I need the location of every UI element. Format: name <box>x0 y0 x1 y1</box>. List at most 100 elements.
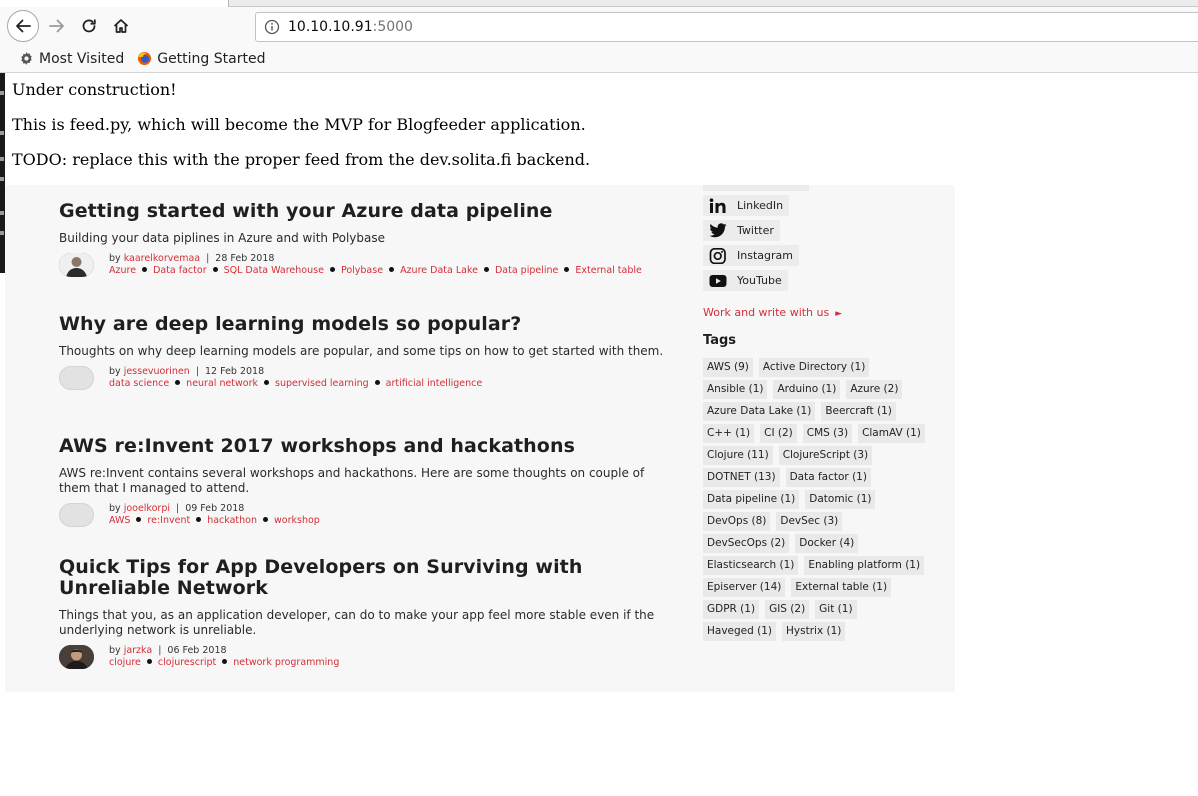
post-description: Things that you, as an application devel… <box>59 608 655 637</box>
tag-chip[interactable]: Data pipeline (1) <box>703 490 800 509</box>
post-tag[interactable]: neural network <box>186 378 258 389</box>
tag-chip[interactable]: External table (1) <box>791 578 892 597</box>
tag-chip[interactable]: Episerver (14) <box>703 578 786 597</box>
author-link[interactable]: jooelkorpi <box>124 503 170 514</box>
construction-notice: Under construction! <box>12 80 177 99</box>
post-description: Thoughts on why deep learning models are… <box>59 344 664 358</box>
bookmark-getting-started[interactable]: Getting Started <box>132 47 269 71</box>
tag-chip[interactable]: Hystrix (1) <box>782 622 846 641</box>
social-link-twitter[interactable]: Twitter <box>703 220 780 241</box>
by-label: by <box>109 366 121 377</box>
tag-chip[interactable]: Git (1) <box>815 600 857 619</box>
back-button[interactable] <box>7 10 39 42</box>
tag-chip[interactable]: Azure (2) <box>846 380 903 399</box>
bookmark-most-visited[interactable]: Most Visited <box>14 47 128 71</box>
post-tags: AWS re:Invent hackathon workshop <box>109 515 669 526</box>
reload-button[interactable] <box>73 10 105 42</box>
tag-chip[interactable]: CMS (3) <box>802 424 853 443</box>
tag-chip[interactable]: GDPR (1) <box>703 600 760 619</box>
post-tag[interactable]: Polybase <box>341 265 383 276</box>
tags-heading: Tags <box>703 333 737 348</box>
url-port: :5000 <box>372 19 413 35</box>
post-tag[interactable]: Data pipeline <box>495 265 558 276</box>
post-tag[interactable]: AWS <box>109 515 130 526</box>
post-tag[interactable]: Data factor <box>153 265 207 276</box>
tag-chip[interactable]: Arduino (1) <box>773 380 841 399</box>
post-title[interactable]: Quick Tips for App Developers on Survivi… <box>59 557 669 599</box>
social-link-instagram[interactable]: Instagram <box>703 245 799 266</box>
tag-chip[interactable]: Elasticsearch (1) <box>703 556 799 575</box>
post-meta: by jessevuorinen | 12 Feb 2018 data scienc… <box>59 366 669 392</box>
tag-chip[interactable]: Active Directory (1) <box>758 358 870 377</box>
tag-chip[interactable]: DOTNET (13) <box>703 468 780 487</box>
tag-chip[interactable]: Data factor (1) <box>785 468 871 487</box>
post-tags: data science neural network supervised lea… <box>109 378 669 389</box>
author-avatar <box>59 503 94 527</box>
post-date: 09 Feb 2018 <box>185 503 245 514</box>
post-description: Building your data piplines in Azure and… <box>59 231 386 245</box>
post-tag[interactable]: supervised learning <box>275 378 369 389</box>
tag-chip[interactable]: GIS (2) <box>765 600 810 619</box>
tag-chip[interactable]: AWS (9) <box>703 358 753 377</box>
tag-chip[interactable]: Beercraft (1) <box>821 402 896 421</box>
navigation-toolbar: 10.10.10.91:5000 <box>0 7 1198 45</box>
forward-button[interactable] <box>41 10 73 42</box>
by-label: by <box>109 253 121 264</box>
tag-chip[interactable]: DevOps (8) <box>703 512 771 531</box>
tag-chip[interactable]: Clojure (11) <box>703 446 773 465</box>
tag-chip[interactable]: Ansible (1) <box>703 380 768 399</box>
post-tag[interactable]: hackathon <box>207 515 257 526</box>
url-bar[interactable]: 10.10.10.91:5000 <box>255 12 1198 42</box>
post-title[interactable]: AWS re:Invent 2017 workshops and hackath… <box>59 436 669 457</box>
info-icon[interactable] <box>262 17 282 37</box>
tag-chip[interactable]: C++ (1) <box>703 424 755 443</box>
tag-cloud: AWS (9) Active Directory (1) Ansible (1) Ar… <box>703 358 938 644</box>
post-tag[interactable]: Azure Data Lake <box>400 265 478 276</box>
social-label: Instagram <box>737 249 793 262</box>
post-tag[interactable]: artificial intelligence <box>386 378 483 389</box>
post-tag[interactable]: re:Invent <box>147 515 190 526</box>
social-link-linkedin[interactable]: LinkedIn <box>703 195 790 216</box>
blog-post: Quick Tips for App Developers on Survivi… <box>59 557 669 671</box>
author-link[interactable]: jessevuorinen <box>124 366 190 377</box>
post-date: 06 Feb 2018 <box>167 645 227 656</box>
post-tag[interactable]: data science <box>109 378 169 389</box>
tag-chip[interactable]: ClamAV (1) <box>858 424 925 443</box>
post-tag[interactable]: network programming <box>233 657 339 668</box>
url-host: 10.10.10.91 <box>288 19 373 35</box>
post-tag[interactable]: SQL Data Warehouse <box>224 265 324 276</box>
post-meta: by kaarelkorvemaa | 28 Feb 2018 Azure Data … <box>59 253 669 279</box>
blog-feed-embed: Getting started with your Azure data pip… <box>5 185 955 692</box>
tag-chip[interactable]: DevSec (3) <box>776 512 843 531</box>
social-link-youtube[interactable]: YouTube <box>703 270 788 291</box>
tag-chip[interactable]: Haveged (1) <box>703 622 777 641</box>
author-link[interactable]: kaarelkorvemaa <box>124 253 200 264</box>
blog-post: AWS re:Invent 2017 workshops and hackath… <box>59 436 669 529</box>
author-avatar <box>59 253 94 277</box>
post-tag[interactable]: External table <box>575 265 642 276</box>
post-tag[interactable]: workshop <box>274 515 320 526</box>
post-tag[interactable]: clojurescript <box>158 657 216 668</box>
post-title[interactable]: Getting started with your Azure data pip… <box>59 201 669 222</box>
url-text[interactable]: 10.10.10.91:5000 <box>288 19 413 35</box>
feed-description: This is feed.py, which will become the M… <box>12 115 586 134</box>
tag-chip[interactable]: Enabling platform (1) <box>804 556 925 575</box>
post-date: 12 Feb 2018 <box>205 366 265 377</box>
tag-chip[interactable]: DevSecOps (2) <box>703 534 790 553</box>
post-tag[interactable]: Azure <box>109 265 136 276</box>
tag-chip[interactable]: Docker (4) <box>795 534 859 553</box>
author-avatar <box>59 366 94 390</box>
tag-chip[interactable]: ClojureScript (3) <box>778 446 873 465</box>
work-with-us-link[interactable]: Work and write with us ► <box>703 306 842 319</box>
post-title[interactable]: Why are deep learning models so popular? <box>59 314 669 335</box>
post-date: 28 Feb 2018 <box>215 253 275 264</box>
tag-chip[interactable]: CI (2) <box>760 424 797 443</box>
reload-icon <box>82 19 96 33</box>
home-button[interactable] <box>105 10 137 42</box>
author-link[interactable]: jarzka <box>124 645 153 656</box>
post-tag[interactable]: clojure <box>109 657 141 668</box>
tag-chip[interactable]: Azure Data Lake (1) <box>703 402 816 421</box>
social-label: YouTube <box>737 274 782 287</box>
tag-chip[interactable]: Datomic (1) <box>805 490 876 509</box>
social-label: Twitter <box>737 224 774 237</box>
